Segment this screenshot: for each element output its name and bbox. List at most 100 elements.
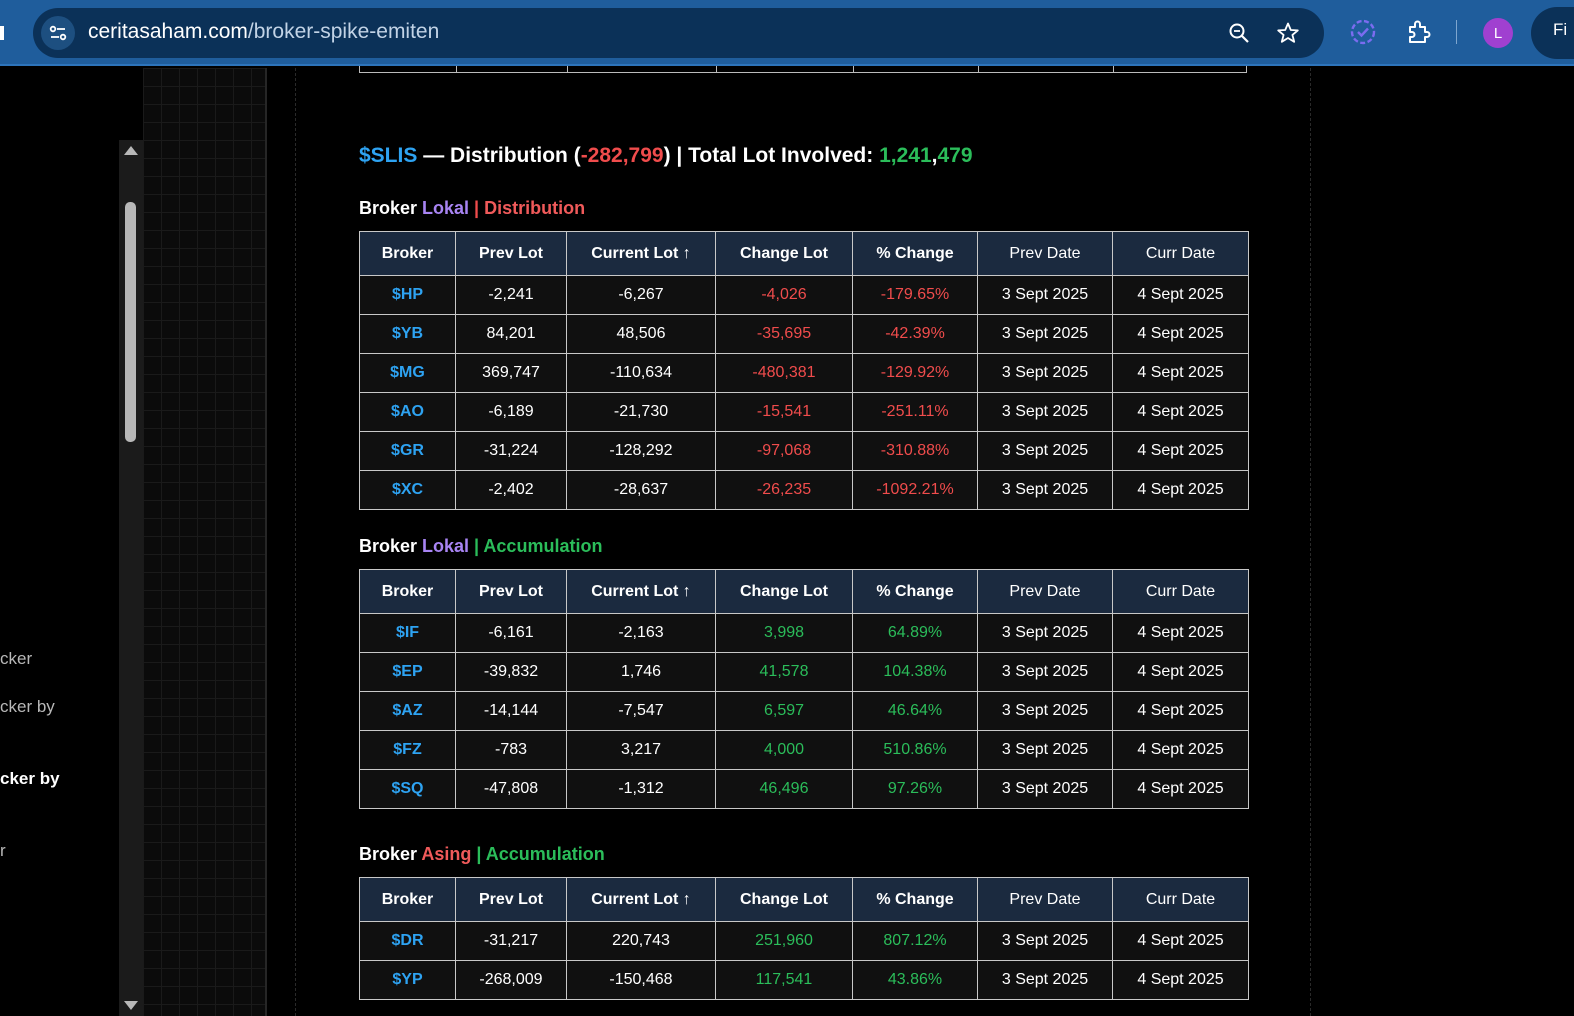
curr-date-cell: 4 Sept 2025	[1112, 769, 1249, 809]
change-lot-cell: -35,695	[715, 314, 853, 354]
broker-code-cell[interactable]: $XC	[359, 470, 456, 510]
stock-ticker[interactable]: $SLIS	[359, 144, 417, 167]
url-path: /broker-spike-emiten	[247, 20, 440, 43]
broker-code-cell[interactable]: $DR	[359, 921, 456, 961]
prev-date-cell: 3 Sept 2025	[977, 470, 1113, 510]
pct-change-cell: -251.11%	[852, 392, 978, 432]
heading-dash: —	[417, 144, 451, 167]
column-header-broker-code: Broker	[359, 231, 456, 276]
heading-paren-open: (	[567, 144, 581, 167]
scroll-thumb[interactable]	[125, 202, 136, 442]
column-header-current-lot[interactable]: Current Lot ↑	[566, 231, 716, 276]
section-kind: Accumulation	[485, 844, 605, 864]
address-bar[interactable]: ceritasaham.com/broker-spike-emiten	[33, 8, 1324, 58]
toolbar-pill-button[interactable]: Fi	[1531, 7, 1574, 59]
change-lot-cell: -4,026	[715, 275, 853, 315]
sidebar-item-3[interactable]: cker by	[0, 769, 60, 789]
column-header-prev-lot: Prev Lot	[455, 877, 567, 922]
broker-code-cell[interactable]: $MG	[359, 353, 456, 393]
table-lokal-accumulation: Broker Prev Lot Current Lot ↑ Change Lot% C…	[359, 569, 1249, 809]
change-lot-cell: 3,998	[715, 613, 853, 653]
site-settings-icon[interactable]	[41, 16, 75, 50]
extensions-puzzle-icon[interactable]	[1404, 17, 1434, 47]
curr-date-cell: 4 Sept 2025	[1112, 353, 1249, 393]
section-prefix: Broker	[359, 536, 423, 556]
curr-date-cell: 4 Sept 2025	[1112, 431, 1249, 471]
zoom-icon[interactable]	[1226, 20, 1252, 46]
change-lot-cell: 251,960	[715, 921, 853, 961]
column-header-prev-lot: Prev Lot	[455, 231, 567, 276]
change-lot-cell: -26,235	[715, 470, 853, 510]
prev-lot-cell: -783	[455, 730, 567, 770]
current-lot-cell: -150,468	[566, 960, 716, 1000]
broker-code-cell[interactable]: $YB	[359, 314, 456, 354]
pct-change-cell: 97.26%	[852, 769, 978, 809]
broker-code-cell[interactable]: $YP	[359, 960, 456, 1000]
scroll-down-arrow-icon[interactable]	[124, 1001, 138, 1010]
broker-code-cell[interactable]: $GR	[359, 431, 456, 471]
sidebar-item-1[interactable]: cker	[0, 649, 32, 669]
broker-code-cell[interactable]: $FZ	[359, 730, 456, 770]
prev-date-cell: 3 Sept 2025	[977, 652, 1113, 692]
section-kind: Accumulation	[483, 536, 603, 556]
scroll-up-arrow-icon[interactable]	[124, 146, 138, 155]
section-sep: |	[469, 198, 485, 218]
broker-code-cell[interactable]: $SQ	[359, 769, 456, 809]
column-header-broker-code: Broker	[359, 877, 456, 922]
current-lot-cell: -7,547	[566, 691, 716, 731]
change-lot-cell: -97,068	[715, 431, 853, 471]
prev-lot-cell: -6,161	[455, 613, 567, 653]
broker-code-cell[interactable]: $EP	[359, 652, 456, 692]
section-title-asing-accumulation: Broker Asing | Accumulation	[359, 844, 605, 865]
profile-avatar[interactable]: L	[1483, 18, 1513, 48]
column-header-pct-change: % Change	[852, 231, 978, 276]
broker-code-cell[interactable]: $AO	[359, 392, 456, 432]
column-header-curr-date: Curr Date	[1112, 231, 1249, 276]
table-row: $YP -268,009 -150,468 117,541 43.86% 3 Sept 2…	[359, 960, 1249, 1000]
pct-change-cell: 104.38%	[852, 652, 978, 692]
current-lot-cell: -128,292	[566, 431, 716, 471]
url-host: ceritasaham.com	[88, 20, 248, 43]
prev-date-cell: 3 Sept 2025	[977, 960, 1113, 1000]
current-lot-cell: 220,743	[566, 921, 716, 961]
column-header-current-lot[interactable]: Current Lot ↑	[566, 877, 716, 922]
pct-change-cell: -42.39%	[852, 314, 978, 354]
curr-date-cell: 4 Sept 2025	[1112, 691, 1249, 731]
sidebar-item-2[interactable]: cker by	[0, 697, 55, 717]
prev-lot-cell: -47,808	[455, 769, 567, 809]
current-lot-cell: 3,217	[566, 730, 716, 770]
broker-code-cell[interactable]: $IF	[359, 613, 456, 653]
broker-code-cell[interactable]: $HP	[359, 275, 456, 315]
change-lot-cell: 46,496	[715, 769, 853, 809]
stock-status: Distribution	[450, 144, 568, 167]
pct-change-cell: -179.65%	[852, 275, 978, 315]
total-lot-part-a: 1,241	[879, 144, 932, 167]
sidebar-scrollbar[interactable]	[119, 140, 143, 1016]
url-text[interactable]: ceritasaham.com/broker-spike-emiten	[88, 20, 439, 44]
table-row: $EP -39,832 1,746 41,578 104.38% 3 Sept 2025 4…	[359, 652, 1249, 692]
current-lot-cell: -28,637	[566, 470, 716, 510]
prev-lot-cell: -2,241	[455, 275, 567, 315]
prev-date-cell: 3 Sept 2025	[977, 691, 1113, 731]
section-title-lokal-distribution: Broker Lokal | Distribution	[359, 198, 585, 219]
curr-date-cell: 4 Sept 2025	[1112, 314, 1249, 354]
column-header-prev-date: Prev Date	[977, 231, 1113, 276]
column-header-current-lot[interactable]: Current Lot ↑	[566, 569, 716, 614]
extension-check-icon[interactable]	[1348, 17, 1378, 47]
curr-date-cell: 4 Sept 2025	[1112, 652, 1249, 692]
change-lot-cell: 117,541	[715, 960, 853, 1000]
prev-date-cell: 3 Sept 2025	[977, 431, 1113, 471]
bookmark-star-icon[interactable]	[1275, 20, 1301, 46]
column-header-curr-date: Curr Date	[1112, 877, 1249, 922]
curr-date-cell: 4 Sept 2025	[1112, 613, 1249, 653]
prev-lot-cell: 369,747	[455, 353, 567, 393]
sidebar-item-4[interactable]: r	[0, 841, 6, 861]
change-lot-cell: 6,597	[715, 691, 853, 731]
pct-change-cell: -1092.21%	[852, 470, 978, 510]
curr-date-cell: 4 Sept 2025	[1112, 960, 1249, 1000]
net-lot-value: -282,799	[580, 144, 664, 167]
prev-lot-cell: -31,224	[455, 431, 567, 471]
broker-code-cell[interactable]: $AZ	[359, 691, 456, 731]
column-header-curr-date: Curr Date	[1112, 569, 1249, 614]
prev-lot-cell: -2,402	[455, 470, 567, 510]
